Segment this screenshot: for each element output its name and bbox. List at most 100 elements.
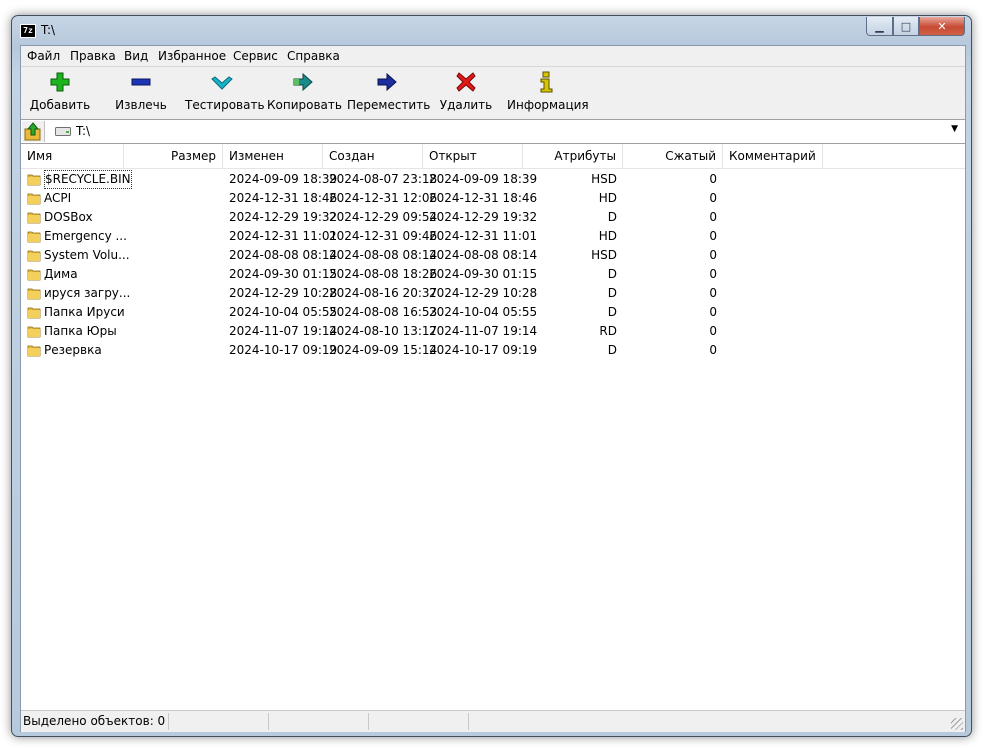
file-created: 2024-09-09 15:14 (329, 343, 438, 357)
file-packed: 0 (709, 324, 717, 338)
file-attributes: D (607, 286, 617, 300)
status-pane-3 (269, 713, 369, 730)
column-comment[interactable]: Комментарий (723, 144, 823, 168)
file-attributes: HSD (591, 172, 617, 186)
file-created: 2024-08-10 13:17 (329, 324, 438, 338)
column-name[interactable]: Имя (21, 144, 124, 168)
close-icon: ✕ (937, 19, 947, 33)
column-attributes[interactable]: Атрибуты (523, 144, 623, 168)
folder-icon (27, 269, 41, 281)
info-button[interactable]: Информация (507, 69, 589, 117)
file-attributes: HD (598, 191, 617, 205)
status-pane-4 (369, 713, 469, 730)
folder-icon (27, 326, 41, 338)
extract-button[interactable]: Извлечь (109, 69, 173, 117)
minimize-button[interactable]: ▁ (866, 17, 893, 36)
table-row[interactable]: DOSBox 2024-12-29 19:32 2024-12-29 09:54… (21, 208, 965, 227)
status-selected: Выделено объектов: 0 (21, 713, 169, 730)
file-modified: 2024-09-30 01:15 (229, 267, 338, 281)
folder-icon (27, 174, 41, 186)
column-created[interactable]: Создан (323, 144, 423, 168)
file-modified: 2024-10-04 05:55 (229, 305, 338, 319)
move-button[interactable]: Переместить (347, 69, 430, 117)
folder-icon (27, 250, 41, 262)
up-folder-button[interactable] (22, 121, 45, 142)
column-accessed[interactable]: Открыт (423, 144, 523, 168)
column-modified[interactable]: Изменен (223, 144, 323, 168)
table-row[interactable]: Папка Юры 2024-11-07 19:14 2024-08-10 13… (21, 322, 965, 341)
test-label: Тестировать (185, 98, 265, 112)
test-button[interactable]: Тестировать (185, 69, 265, 117)
file-created: 2024-08-08 08:14 (329, 248, 438, 262)
folder-icon (27, 307, 41, 319)
file-created: 2024-12-31 09:46 (329, 229, 438, 243)
toolbar: Добавить Извлечь Тестировать Копировать … (21, 67, 965, 120)
file-name: Дима (44, 267, 78, 281)
file-name: DOSBox (44, 210, 93, 224)
file-list[interactable]: $RECYCLE.BIN 2024-09-09 18:39 2024-08-07… (21, 169, 965, 709)
menu-bar: Файл Правка Вид Избранное Сервис Справка (21, 46, 965, 67)
menu-view[interactable]: Вид (124, 49, 148, 63)
file-attributes: D (607, 305, 617, 319)
status-bar: Выделено объектов: 0 (21, 710, 965, 732)
table-row[interactable]: Резервка 2024-10-17 09:19 2024-09-09 15:… (21, 341, 965, 360)
menu-favorites[interactable]: Избранное (158, 49, 226, 63)
delete-x-icon (456, 72, 476, 92)
table-row[interactable]: ируся загру... 2024-12-29 10:28 2024-08-… (21, 284, 965, 303)
dropdown-arrow-icon[interactable]: ▼ (951, 124, 958, 134)
file-created: 2024-08-16 20:37 (329, 286, 438, 300)
title-bar[interactable]: 7z T:\ ▁ □ ✕ (12, 16, 971, 42)
path-combobox[interactable]: T:\ ▼ (48, 121, 962, 141)
table-row[interactable]: System Volu... 2024-08-08 08:14 2024-08-… (21, 246, 965, 265)
folder-icon (27, 288, 41, 300)
menu-help[interactable]: Справка (287, 49, 340, 63)
file-modified: 2024-09-09 18:39 (229, 172, 338, 186)
status-pane-2 (169, 713, 269, 730)
file-attributes: HD (598, 229, 617, 243)
delete-label: Удалить (439, 98, 493, 112)
file-accessed: 2024-09-09 18:39 (429, 172, 538, 186)
file-name: ACPI (44, 191, 72, 205)
file-modified: 2024-12-31 18:46 (229, 191, 338, 205)
table-row[interactable]: $RECYCLE.BIN 2024-09-09 18:39 2024-08-07… (21, 170, 965, 189)
table-row[interactable]: Дима 2024-09-30 01:15 2024-08-08 18:26 2… (21, 265, 965, 284)
menu-tools[interactable]: Сервис (233, 49, 278, 63)
column-size[interactable]: Размер (124, 144, 223, 168)
column-packed[interactable]: Сжатый (623, 144, 723, 168)
table-row[interactable]: Emergency ... 2024-12-31 11:01 2024-12-3… (21, 227, 965, 246)
file-accessed: 2024-11-07 19:14 (429, 324, 538, 338)
file-packed: 0 (709, 191, 717, 205)
file-created: 2024-08-08 18:26 (329, 267, 438, 281)
file-attributes: D (607, 343, 617, 357)
address-bar: T:\ ▼ (21, 120, 965, 144)
file-packed: 0 (709, 343, 717, 357)
copy-button[interactable]: Копировать (267, 69, 342, 117)
checkmark-icon (211, 76, 233, 90)
file-packed: 0 (709, 210, 717, 224)
file-accessed: 2024-10-04 05:55 (429, 305, 538, 319)
file-packed: 0 (709, 286, 717, 300)
folder-icon (27, 345, 41, 357)
table-row[interactable]: ACPI 2024-12-31 18:46 2024-12-31 12:06 2… (21, 189, 965, 208)
drive-icon (55, 127, 71, 136)
file-attributes: D (607, 267, 617, 281)
maximize-button[interactable]: □ (893, 17, 919, 36)
file-name: Папка Юры (44, 324, 117, 338)
folder-up-icon (24, 122, 41, 141)
file-attributes: RD (599, 324, 617, 338)
file-accessed: 2024-12-29 10:28 (429, 286, 538, 300)
menu-file[interactable]: Файл (27, 49, 60, 63)
file-name: Emergency ... (44, 229, 127, 243)
file-name: Папка Ируси (44, 305, 125, 319)
resize-grip-icon[interactable] (951, 718, 963, 730)
file-modified: 2024-10-17 09:19 (229, 343, 338, 357)
table-row[interactable]: Папка Ируси 2024-10-04 05:55 2024-08-08 … (21, 303, 965, 322)
menu-edit[interactable]: Правка (70, 49, 116, 63)
close-button[interactable]: ✕ (919, 17, 965, 36)
add-button[interactable]: Добавить (27, 69, 93, 117)
move-arrow-icon (377, 72, 397, 92)
window-title: T:\ (41, 23, 56, 37)
info-label: Информация (507, 98, 589, 112)
app-logo-icon: 7z (20, 24, 36, 38)
delete-button[interactable]: Удалить (439, 69, 493, 117)
